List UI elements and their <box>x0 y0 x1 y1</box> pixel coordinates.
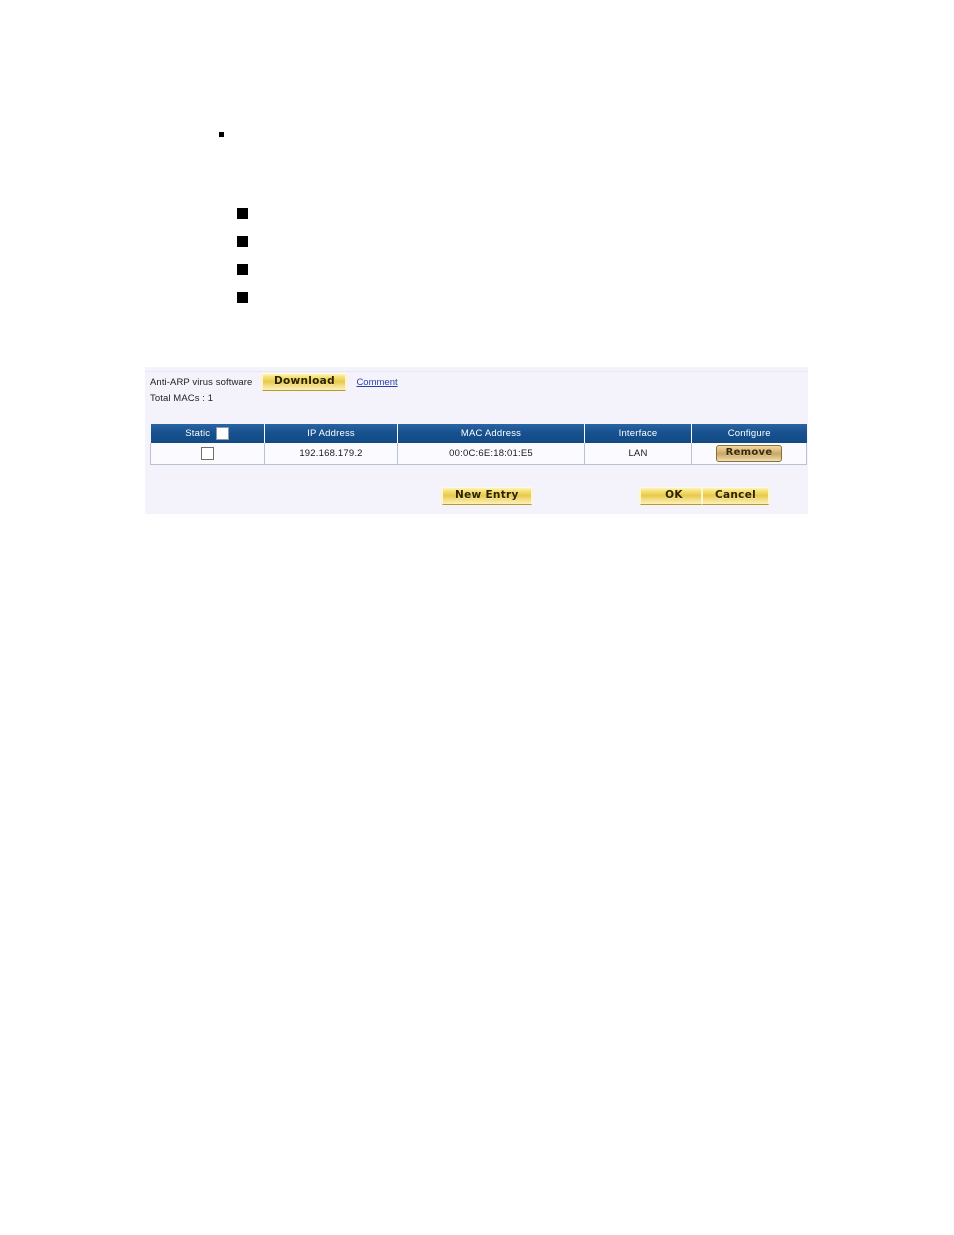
new-entry-button[interactable]: New Entry <box>441 487 533 505</box>
column-header-interface: Interface <box>584 424 692 443</box>
bullet-square-icon-3 <box>237 264 248 275</box>
column-header-mac-address: MAC Address <box>397 424 585 443</box>
table-header-row: Static IP Address MAC Address Interface … <box>150 424 807 443</box>
arp-config-panel: Anti-ARP virus software Download Comment… <box>145 366 808 514</box>
cell-static <box>150 443 265 465</box>
column-header-static-label: Static <box>185 428 211 439</box>
cell-interface: LAN <box>584 443 692 465</box>
cell-ip-address: 192.168.179.2 <box>264 443 398 465</box>
column-header-ip-address: IP Address <box>264 424 398 443</box>
bullet-dot-icon <box>219 132 224 137</box>
bullet-square-icon-1 <box>237 208 248 219</box>
cell-mac-address: 00:0C:6E:18:01:E5 <box>397 443 585 465</box>
column-header-configure: Configure <box>691 424 807 443</box>
mac-address-table: Static IP Address MAC Address Interface … <box>150 424 807 465</box>
cell-configure: Remove <box>691 443 807 465</box>
total-macs-label: Total MACs : 1 <box>150 393 214 404</box>
anti-arp-row: Anti-ARP virus software Download Comment <box>150 373 398 391</box>
ok-button[interactable]: OK <box>639 487 709 505</box>
bullet-square-icon-2 <box>237 236 248 247</box>
comment-link[interactable]: Comment <box>356 377 397 388</box>
download-button[interactable]: Download <box>261 373 348 391</box>
cancel-button[interactable]: Cancel <box>701 487 771 505</box>
column-header-static: Static <box>150 424 265 443</box>
panel-top-divider <box>145 371 808 372</box>
select-all-checkbox[interactable] <box>216 427 230 440</box>
table-row: 192.168.179.2 00:0C:6E:18:01:E5 LAN Remo… <box>150 443 807 465</box>
anti-arp-label: Anti-ARP virus software <box>150 376 253 388</box>
bullet-square-icon-4 <box>237 292 248 303</box>
remove-button[interactable]: Remove <box>715 445 783 462</box>
row-static-checkbox[interactable] <box>201 447 214 460</box>
panel-footer: New Entry OK Cancel <box>145 487 808 511</box>
